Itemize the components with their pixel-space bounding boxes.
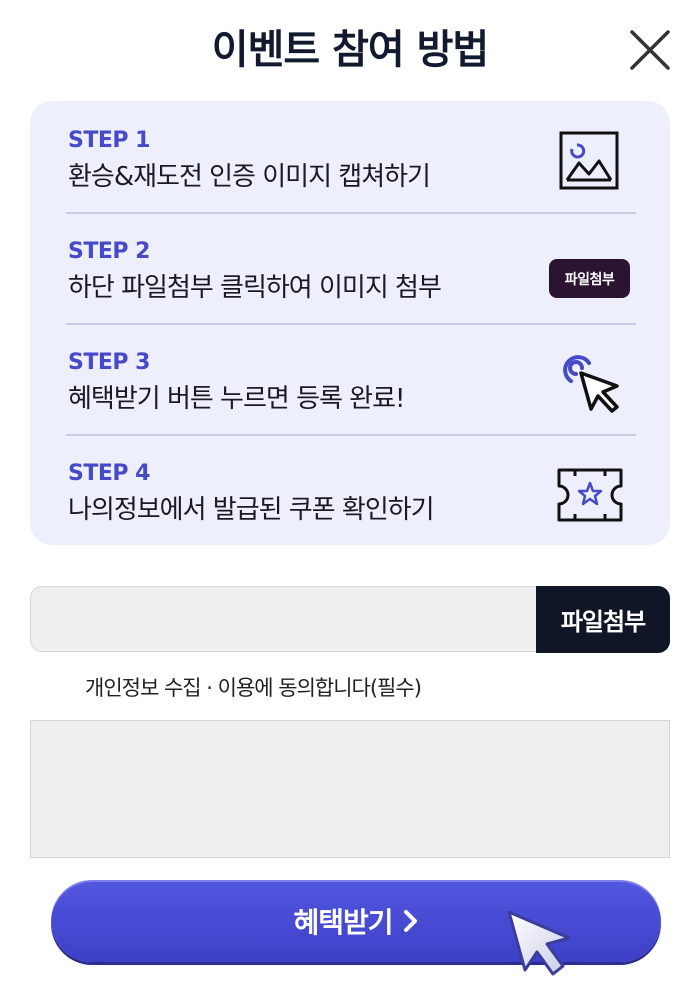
step-description: 환승&재도전 인증 이미지 캡쳐하기 — [68, 162, 431, 192]
step-label: STEP 4 — [68, 461, 150, 486]
file-attach-button[interactable]: 파일첨부 — [536, 586, 670, 653]
pointer-cursor-icon — [507, 910, 571, 976]
terms-textarea[interactable] — [30, 720, 670, 858]
file-name-field[interactable] — [30, 586, 536, 652]
click-cursor-icon — [563, 355, 619, 413]
step-label: STEP 2 — [68, 239, 150, 264]
get-benefit-label: 혜택받기 — [293, 906, 393, 939]
chevron-right-icon — [403, 910, 417, 932]
step-description: 혜택받기 버튼 누르면 등록 완료! — [68, 384, 405, 414]
close-icon[interactable] — [626, 26, 674, 74]
step-1: STEP 1 환승&재도전 인증 이미지 캡쳐하기 — [66, 101, 636, 211]
step-3: STEP 3 혜택받기 버튼 누르면 등록 완료! — [66, 323, 636, 433]
file-attach-chip: 파일첨부 — [549, 259, 630, 298]
image-capture-icon — [559, 131, 619, 190]
steps-panel: STEP 1 환승&재도전 인증 이미지 캡쳐하기 STEP 2 하단 파일첨부… — [30, 101, 670, 545]
step-description: 하단 파일첨부 클릭하여 이미지 첨부 — [68, 273, 442, 303]
step-label: STEP 1 — [68, 128, 150, 153]
step-description: 나의정보에서 발급된 쿠폰 확인하기 — [68, 495, 435, 525]
consent-text: 개인정보 수집 · 이용에 동의합니다(필수) — [85, 676, 422, 700]
step-label: STEP 3 — [68, 350, 150, 375]
page-title: 이벤트 참여 방법 — [211, 27, 489, 73]
coupon-star-icon — [557, 468, 623, 522]
step-4: STEP 4 나의정보에서 발급된 쿠폰 확인하기 — [66, 434, 636, 544]
